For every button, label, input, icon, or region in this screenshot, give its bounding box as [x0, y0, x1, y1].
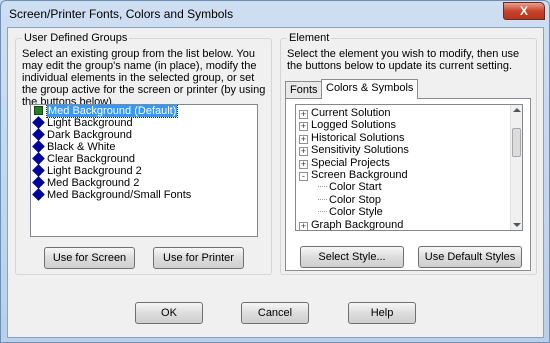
- select-style-button[interactable]: Select Style...: [300, 246, 404, 268]
- group-diamond-icon: [32, 188, 45, 201]
- tree-node-label: Logged Solutions: [311, 119, 397, 132]
- list-item[interactable]: Med Background (Default): [31, 105, 257, 118]
- tree-node[interactable]: + Logged Solutions: [296, 119, 522, 132]
- tree-node-label: Color Start: [329, 181, 382, 194]
- tree-node[interactable]: + Current Solution: [296, 107, 522, 119]
- expand-icon[interactable]: +: [299, 134, 308, 144]
- scroll-thumb[interactable]: [512, 128, 521, 157]
- ok-button[interactable]: OK: [135, 302, 203, 324]
- close-button[interactable]: X: [503, 2, 545, 20]
- colors-symbols-panel: + Current Solution + Logged Solutions + Histo…: [285, 98, 531, 271]
- element-group: Element Select the element you wish to m…: [280, 32, 537, 275]
- list-item-label: Med Background/Small Fonts: [47, 189, 192, 201]
- tree-node[interactable]: + Sensitivity Solutions: [296, 144, 522, 157]
- dialog-client-area: User Defined Groups Select an existing g…: [7, 27, 544, 338]
- use-default-styles-button[interactable]: Use Default Styles: [418, 246, 522, 268]
- tree-node[interactable]: + Graph Background: [296, 218, 522, 231]
- expand-icon[interactable]: +: [299, 110, 308, 119]
- user-defined-groups-group: User Defined Groups Select an existing g…: [15, 32, 272, 275]
- tree-node-label: Sensitivity Solutions: [311, 144, 409, 157]
- help-button[interactable]: Help: [348, 302, 416, 324]
- list-item-label: Black & White: [47, 141, 116, 153]
- tree-node-label: Special Projects: [311, 156, 390, 169]
- tree-node[interactable]: Color Style: [296, 206, 522, 218]
- tree-connector: [318, 198, 327, 200]
- tree-node-label: Color Style: [329, 206, 383, 219]
- tree-node-label: Current Solution: [311, 107, 391, 119]
- tab-colors-symbols[interactable]: Colors & Symbols: [321, 79, 419, 99]
- list-item[interactable]: Med Background 2: [31, 176, 257, 189]
- list-item[interactable]: Clear Background: [31, 152, 257, 165]
- expand-icon[interactable]: +: [299, 159, 308, 169]
- group-diamond-icon: [32, 128, 45, 141]
- list-item[interactable]: Med Background/Small Fonts: [31, 188, 257, 201]
- element-group-label: Element: [287, 32, 332, 44]
- group-diamond-icon: [32, 164, 45, 177]
- list-item-label: Light Background 2: [47, 165, 142, 177]
- element-description: Select the element you wish to modify, t…: [287, 48, 520, 72]
- tree-node[interactable]: + Historical Solutions: [296, 132, 522, 144]
- window-title: Screen/Printer Fonts, Colors and Symbols: [9, 7, 234, 21]
- tab-fonts[interactable]: Fonts: [285, 81, 323, 99]
- use-for-screen-button[interactable]: Use for Screen: [44, 247, 135, 269]
- group-diamond-icon: [34, 106, 43, 115]
- tree-node[interactable]: - Screen Background: [296, 169, 522, 181]
- tree-scrollbar[interactable]: [510, 105, 522, 230]
- list-item[interactable]: Black & White: [31, 140, 257, 153]
- tree-node-label: Color Stop: [329, 193, 381, 206]
- group-diamond-icon: [32, 152, 45, 165]
- elements-tree[interactable]: + Current Solution + Logged Solutions + Histo…: [295, 104, 523, 231]
- dialog-window: Screen/Printer Fonts, Colors and Symbols…: [0, 0, 550, 343]
- title-bar: Screen/Printer Fonts, Colors and Symbols…: [1, 1, 549, 27]
- use-for-printer-button[interactable]: Use for Printer: [153, 247, 244, 269]
- tree-node-label: Historical Solutions: [311, 131, 405, 144]
- group-diamond-icon: [32, 176, 45, 189]
- scroll-up-icon[interactable]: [513, 108, 521, 112]
- tree-node-label: Graph Background: [311, 218, 404, 231]
- expand-icon[interactable]: +: [299, 147, 308, 157]
- tree-connector: [318, 186, 327, 188]
- group-diamond-icon: [32, 116, 45, 129]
- list-item-label: Clear Background: [47, 153, 136, 165]
- tree-node-label: Screen Background: [311, 168, 408, 181]
- list-item-label: Med Background (Default): [45, 105, 179, 118]
- groups-listbox[interactable]: Med Background (Default) Light Background…: [30, 104, 258, 237]
- list-item[interactable]: Light Background: [31, 116, 257, 129]
- list-item-label: Dark Background: [47, 129, 132, 141]
- collapse-icon[interactable]: -: [299, 171, 308, 181]
- expand-icon[interactable]: +: [299, 122, 308, 132]
- cancel-button[interactable]: Cancel: [241, 302, 309, 324]
- user-groups-description: Select an existing group from the list b…: [22, 48, 266, 108]
- list-item[interactable]: Dark Background: [31, 128, 257, 141]
- group-diamond-icon: [32, 140, 45, 153]
- tree-node[interactable]: Color Stop: [296, 194, 522, 206]
- list-item-label: Med Background 2: [47, 177, 140, 189]
- user-defined-groups-label: User Defined Groups: [22, 32, 130, 44]
- tree-node[interactable]: Color Start: [296, 181, 522, 193]
- list-item-label: Light Background: [47, 117, 133, 129]
- list-item[interactable]: Light Background 2: [31, 164, 257, 177]
- scroll-down-icon[interactable]: [513, 223, 521, 227]
- expand-icon[interactable]: +: [299, 221, 308, 230]
- tree-connector: [318, 211, 327, 213]
- tree-node[interactable]: + Special Projects: [296, 157, 522, 169]
